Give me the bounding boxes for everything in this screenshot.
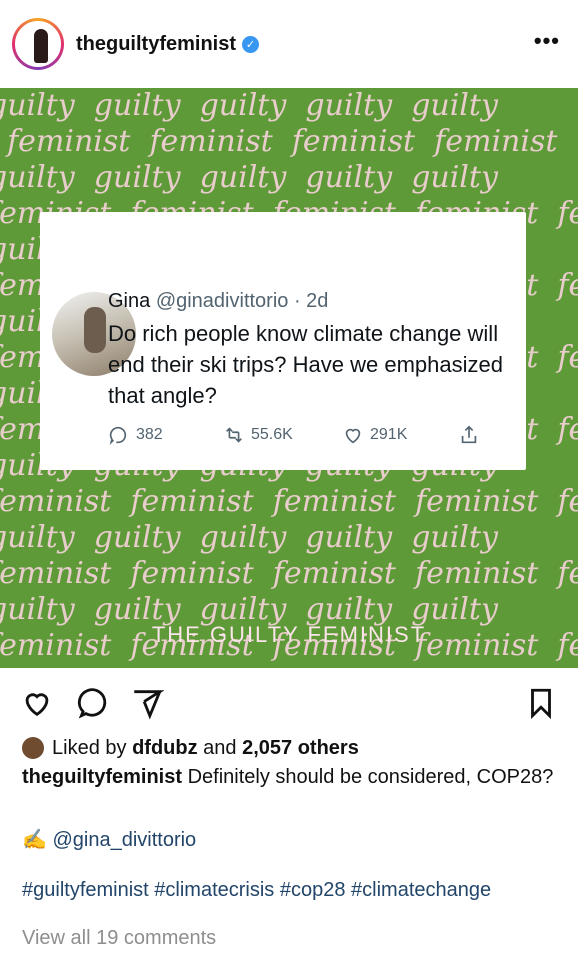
tweet-like-action[interactable]: 291K	[342, 424, 407, 446]
embedded-tweet-card[interactable]: Gina @ginadivittorio · 2d Do rich people…	[40, 212, 526, 470]
post-header: theguiltyfeminist ✓ •••	[0, 0, 578, 88]
pattern-row: feminist feminist feminist feminist	[7, 124, 558, 159]
liker-username[interactable]: dfdubz	[132, 736, 198, 761]
tweet-retweet-action[interactable]: 55.6K	[223, 424, 293, 446]
tweet-reply-count: 382	[136, 426, 163, 443]
post-image[interactable]: guilty guilty guilty guilty guilty femin…	[0, 88, 578, 668]
reply-icon	[109, 426, 127, 445]
tweet-author-line: Gina @ginadivittorio · 2d	[108, 290, 328, 313]
likes-prefix: Liked by	[52, 736, 127, 759]
upload-share-icon	[461, 425, 477, 444]
post-meta: Liked by dfdubz and 2,057 others theguil…	[22, 734, 562, 951]
tweet-share-action[interactable]	[458, 424, 480, 446]
tweet-author-name[interactable]: Gina	[108, 290, 150, 312]
likes-others[interactable]: 2,057 others	[242, 736, 359, 761]
tweet-like-count: 291K	[370, 426, 408, 443]
avatar-image	[15, 21, 61, 67]
caption-text: Definitely should be considered, COP28?	[187, 766, 554, 788]
pattern-row: feminist feminist feminist feminist femi…	[0, 556, 578, 591]
mention-line: ✍️ @gina_divittorio	[22, 828, 562, 853]
likes-middle: and	[203, 736, 237, 759]
like-heart-icon	[345, 428, 361, 444]
brand-watermark: THE GUILTY FEMINIST	[151, 622, 427, 647]
pattern-row: feminist feminist feminist feminist femi…	[0, 484, 578, 519]
post-username[interactable]: theguiltyfeminist	[76, 33, 236, 56]
retweet-icon	[226, 427, 242, 443]
post-action-bar	[0, 670, 578, 734]
tweet-action-bar: 382 55.6K 291K	[108, 424, 488, 448]
likes-summary[interactable]: Liked by dfdubz and 2,057 others	[22, 734, 562, 762]
pattern-row: guilty guilty guilty guilty guilty	[0, 520, 498, 555]
tweet-reply-action[interactable]: 382	[108, 424, 163, 446]
mention-link[interactable]: @gina_divittorio	[52, 829, 196, 851]
more-options-icon[interactable]: •••	[534, 28, 560, 54]
comment-icon	[77, 688, 107, 719]
hashtag-links[interactable]: #guiltyfeminist #climatecrisis #cop28 #c…	[22, 878, 562, 903]
tweet-retweet-count: 55.6K	[251, 426, 293, 443]
caption-username[interactable]: theguiltyfeminist	[22, 766, 182, 788]
verified-badge-icon: ✓	[242, 35, 260, 53]
view-comments-link[interactable]: View all 19 comments	[22, 926, 562, 951]
pattern-row: guilty guilty guilty guilty guilty	[0, 160, 498, 195]
share-button[interactable]	[130, 686, 165, 720]
save-button[interactable]	[524, 686, 558, 720]
share-icon	[134, 690, 165, 720]
post-caption: theguiltyfeminist Definitely should be c…	[22, 765, 562, 790]
pattern-row: guilty guilty guilty guilty guilty	[0, 88, 498, 123]
avatar-figure	[34, 29, 48, 63]
profile-avatar[interactable]	[12, 18, 64, 70]
comment-button[interactable]	[76, 686, 110, 720]
liker-avatar	[22, 737, 44, 759]
heart-icon	[25, 693, 49, 717]
tweet-author-handle[interactable]: @ginadivittorio · 2d	[156, 290, 329, 312]
like-button[interactable]	[20, 686, 54, 720]
tweet-text: Do rich people know climate change will …	[108, 321, 503, 408]
writing-hand-emoji-icon: ✍️	[22, 829, 47, 851]
bookmark-icon	[531, 688, 551, 720]
